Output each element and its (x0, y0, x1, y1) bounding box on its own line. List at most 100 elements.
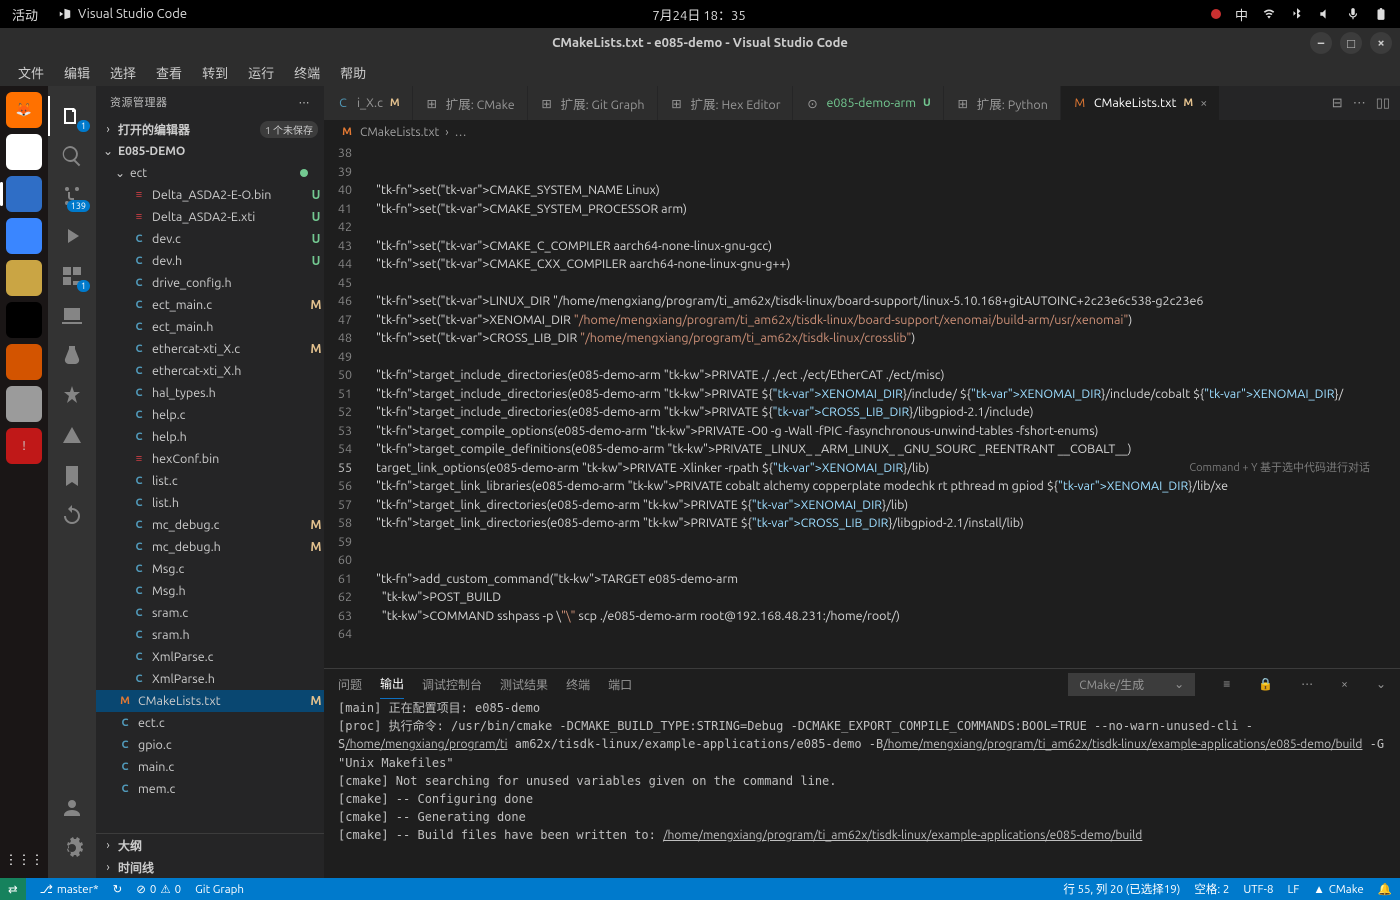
activity-ai[interactable] (48, 376, 96, 416)
system-clock[interactable]: 7月24日 18：35 (187, 5, 1211, 24)
launcher-app3[interactable] (6, 344, 42, 380)
notifications-bell-icon[interactable]: 🔔 (1378, 882, 1392, 896)
close-icon[interactable]: × (1341, 678, 1348, 691)
file-Delta_ASDA2-E-O.bin[interactable]: ≡Delta_ASDA2-E-O.binU (96, 184, 324, 206)
activity-testing[interactable] (48, 336, 96, 376)
volume-icon[interactable] (1318, 7, 1332, 21)
timeline-section[interactable]: › 时间线 (96, 856, 324, 878)
menu-选择[interactable]: 选择 (102, 61, 144, 84)
file-mc_debug.c[interactable]: Cmc_debug.cM (96, 514, 324, 536)
file-help.h[interactable]: Chelp.h (96, 426, 324, 448)
file-main.c[interactable]: Cmain.c (96, 756, 324, 778)
panel-tab-问题[interactable]: 问题 (338, 670, 362, 699)
bluetooth-icon[interactable] (1290, 7, 1304, 21)
tab-扩展: Hex Editor[interactable]: ⊞扩展: Hex Editor (658, 86, 794, 120)
list-icon[interactable]: ≡ (1223, 677, 1230, 691)
tab-扩展: Git Graph[interactable]: ⊞扩展: Git Graph (528, 86, 658, 120)
file-gpio.c[interactable]: Cgpio.c (96, 734, 324, 756)
launcher-app1[interactable] (6, 260, 42, 296)
activity-scm[interactable]: 139 (48, 176, 96, 216)
close-tab-icon[interactable]: × (1200, 96, 1207, 110)
launcher-chrome[interactable] (6, 134, 42, 170)
project-root[interactable]: ⌄ E085-DEMO (96, 140, 324, 162)
file-sram.c[interactable]: Csram.c (96, 602, 324, 624)
output-channel-select[interactable]: CMake/生成⌄ (1068, 673, 1195, 696)
panel-tab-输出[interactable]: 输出 (380, 669, 404, 699)
compare-icon[interactable]: ⊟ (1332, 96, 1343, 111)
battery-icon[interactable] (1374, 7, 1388, 21)
activity-account[interactable] (48, 788, 96, 828)
file-sram.h[interactable]: Csram.h (96, 624, 324, 646)
file-XmlParse.c[interactable]: CXmlParse.c (96, 646, 324, 668)
tab-CMakeLists.txt[interactable]: MCMakeLists.txtM× (1061, 86, 1220, 120)
chevron-icon[interactable]: ⌄ (1376, 677, 1386, 691)
maximize-button[interactable]: □ (1340, 32, 1362, 54)
panel-tab-终端[interactable]: 终端 (566, 670, 590, 699)
sidebar-more-icon[interactable]: ⋯ (299, 96, 311, 109)
file-ethercat-xti_X.h[interactable]: Cethercat-xti_X.h (96, 360, 324, 382)
app-indicator[interactable]: Visual Studio Code (58, 7, 187, 21)
launcher-vscode[interactable] (6, 176, 42, 212)
tab-扩展: CMake[interactable]: ⊞扩展: CMake (413, 86, 528, 120)
file-list.c[interactable]: Clist.c (96, 470, 324, 492)
tab-e085-demo-arm[interactable]: ⊙e085-demo-armU (793, 86, 943, 120)
file-ect.c[interactable]: Cect.c (96, 712, 324, 734)
file-ect_main.c[interactable]: Cect_main.cM (96, 294, 324, 316)
outline-section[interactable]: › 大纲 (96, 834, 324, 856)
activity-debug[interactable] (48, 216, 96, 256)
tab-i_X.c[interactable]: Ci_X.cM (324, 86, 413, 120)
file-ect_main.h[interactable]: Cect_main.h (96, 316, 324, 338)
menu-终端[interactable]: 终端 (286, 61, 328, 84)
file-mc_debug.h[interactable]: Cmc_debug.hM (96, 536, 324, 558)
file-ethercat-xti_X.c[interactable]: Cethercat-xti_X.cM (96, 338, 324, 360)
panel-tab-端口[interactable]: 端口 (608, 670, 632, 699)
code-content[interactable]: "tk-fn">set("tk-var">CMAKE_SYSTEM_NAME L… (370, 144, 1400, 668)
split-icon[interactable]: ▯▯ (1376, 96, 1390, 111)
tab-扩展: Python[interactable]: ⊞扩展: Python (944, 86, 1061, 120)
activity-bookmark[interactable] (48, 456, 96, 496)
remote-indicator[interactable]: ⇄ (0, 878, 26, 900)
activity-search[interactable] (48, 136, 96, 176)
activity-remote[interactable] (48, 296, 96, 336)
launcher-editor[interactable] (6, 218, 42, 254)
open-editors-section[interactable]: › 打开的编辑器 1 个未保存 (96, 118, 324, 140)
file-help.c[interactable]: Chelp.c (96, 404, 324, 426)
menu-帮助[interactable]: 帮助 (332, 61, 374, 84)
launcher-files[interactable] (6, 386, 42, 422)
file-dev.c[interactable]: Cdev.cU (96, 228, 324, 250)
mic-icon[interactable] (1346, 7, 1360, 21)
more-icon[interactable]: ⋯ (1301, 677, 1313, 691)
file-Msg.c[interactable]: CMsg.c (96, 558, 324, 580)
git-graph-button[interactable]: Git Graph (195, 883, 244, 896)
activity-explorer[interactable]: 1 (48, 96, 96, 136)
menu-转到[interactable]: 转到 (194, 61, 236, 84)
panel-tab-测试结果[interactable]: 测试结果 (500, 670, 548, 699)
sync-button[interactable]: ↻ (113, 882, 123, 896)
code-editor[interactable]: 3839404142434445464748495051525354555657… (324, 144, 1400, 668)
output-body[interactable]: [main] 正在配置项目: e085-demo [proc] 执行命令: /u… (324, 699, 1400, 878)
breadcrumb[interactable]: M CMakeLists.txt › … (324, 120, 1400, 144)
launcher-app2[interactable] (6, 302, 42, 338)
activity-cmake[interactable] (48, 416, 96, 456)
problems-count[interactable]: ⊘ 0 ⚠ 0 (136, 882, 181, 896)
lock-icon[interactable]: 🔒 (1258, 677, 1273, 691)
launcher-apps-grid[interactable]: ⋮⋮⋮ (6, 842, 42, 878)
file-mem.c[interactable]: Cmem.c (96, 778, 324, 800)
file-Delta_ASDA2-E.xti[interactable]: ≡Delta_ASDA2-E.xtiU (96, 206, 324, 228)
file-dev.h[interactable]: Cdev.hU (96, 250, 324, 272)
input-method[interactable]: 中 (1235, 5, 1248, 24)
file-drive_config.h[interactable]: Cdrive_config.h (96, 272, 324, 294)
activity-refresh[interactable] (48, 496, 96, 536)
folder-ect[interactable]: ⌄ ect (96, 162, 324, 184)
menu-运行[interactable]: 运行 (240, 61, 282, 84)
cursor-position[interactable]: 行 55, 列 20 (已选择19) (1063, 881, 1180, 897)
menu-编辑[interactable]: 编辑 (56, 61, 98, 84)
file-hexConf.bin[interactable]: ≡hexConf.bin (96, 448, 324, 470)
language-mode[interactable]: ▲ CMake (1313, 883, 1363, 896)
minimize-button[interactable]: – (1310, 32, 1332, 54)
eol[interactable]: LF (1287, 883, 1299, 896)
file-XmlParse.h[interactable]: CXmlParse.h (96, 668, 324, 690)
indentation[interactable]: 空格: 2 (1194, 881, 1229, 897)
menu-文件[interactable]: 文件 (10, 61, 52, 84)
file-CMakeLists.txt[interactable]: MCMakeLists.txtM (96, 690, 324, 712)
